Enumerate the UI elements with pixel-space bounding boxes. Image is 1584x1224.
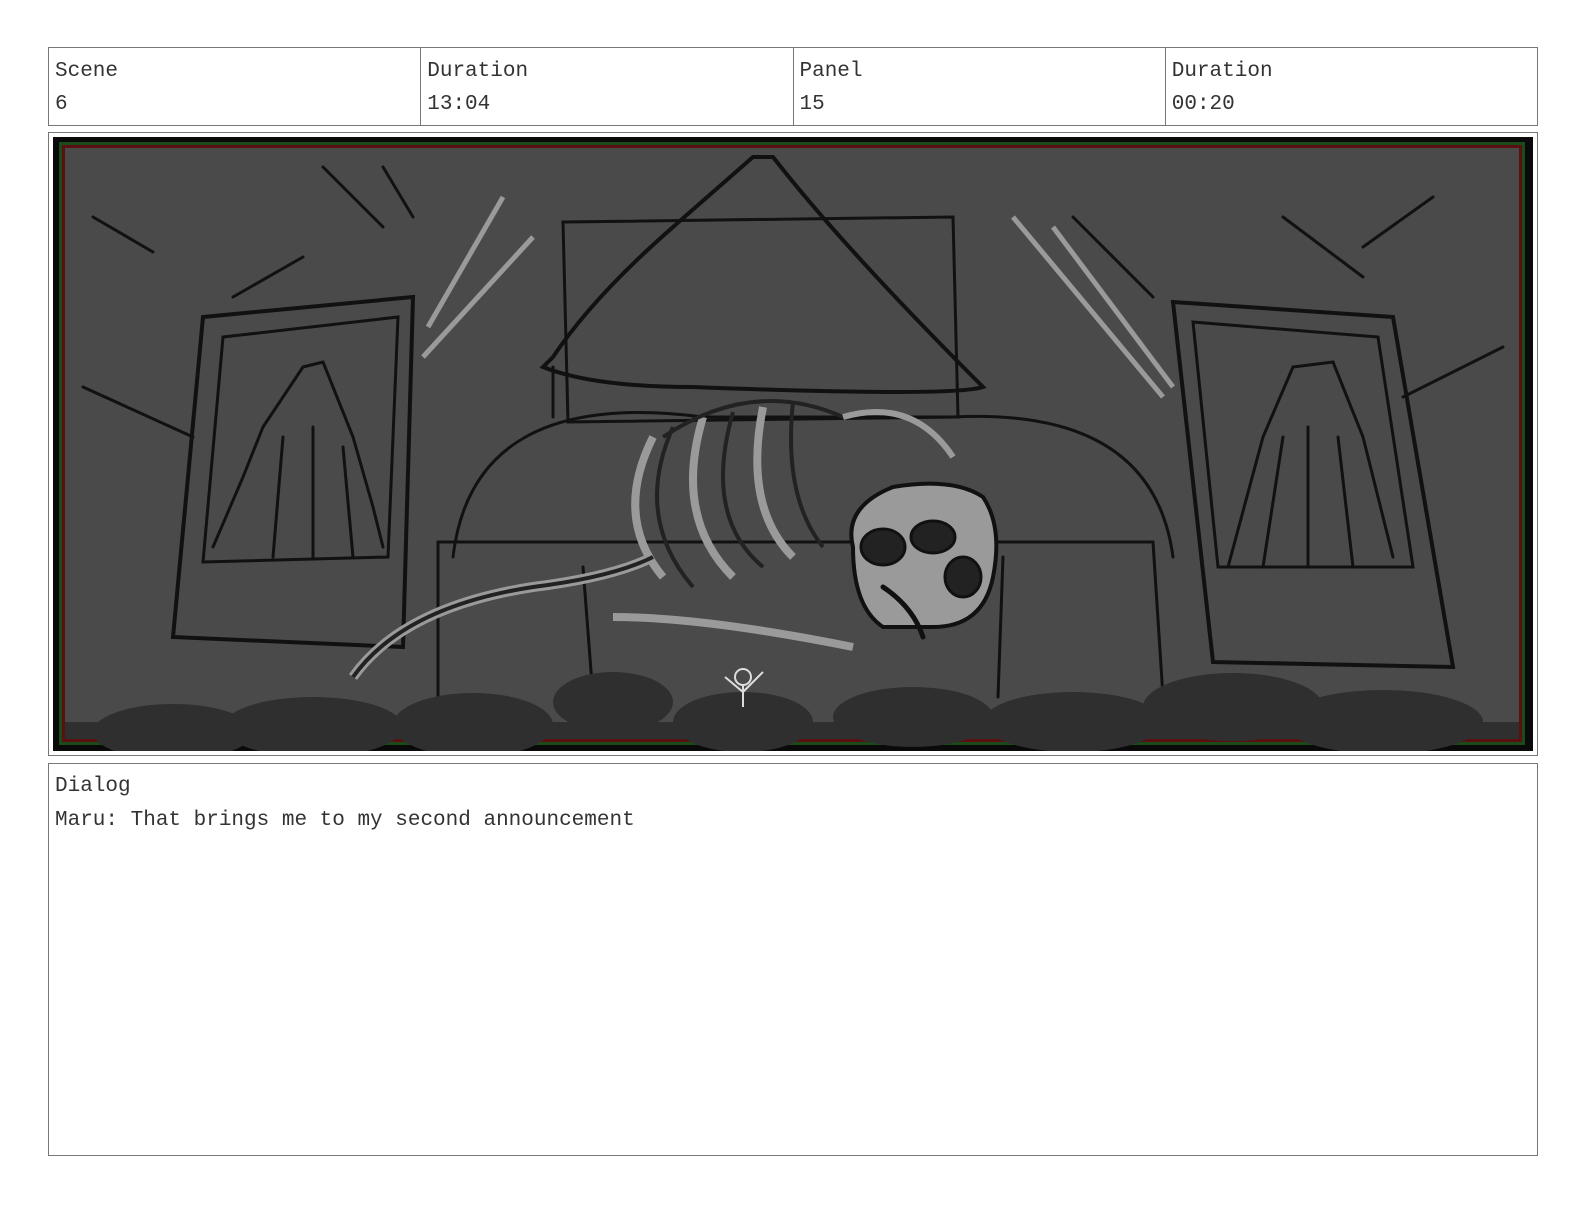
scene-duration-value: 13:04 bbox=[427, 93, 491, 116]
scene-duration-label: Duration bbox=[427, 60, 529, 83]
dialog-label: Dialog bbox=[55, 775, 131, 798]
panel-value: 15 bbox=[799, 93, 825, 116]
panel-cell: Panel 15 bbox=[794, 48, 1166, 125]
panel-duration-value: 00:20 bbox=[1171, 93, 1235, 116]
panel-duration-label: Duration bbox=[1171, 60, 1273, 83]
panel-header: Scene 6 Duration 13:04 Panel 15 Duration… bbox=[48, 47, 1538, 126]
panel-label: Panel bbox=[799, 60, 863, 83]
panel-duration-cell: Duration 00:20 bbox=[1166, 48, 1537, 125]
dialog-text: Maru: That brings me to my second announ… bbox=[55, 809, 635, 832]
scene-label: Scene bbox=[55, 60, 119, 83]
dialog-box: Dialog Maru: That brings me to my second… bbox=[48, 763, 1538, 1156]
scene-duration-cell: Duration 13:04 bbox=[421, 48, 794, 125]
scene-value: 6 bbox=[55, 93, 68, 116]
scene-cell: Scene 6 bbox=[49, 48, 422, 125]
storyboard-panel bbox=[48, 132, 1538, 756]
storyboard-sketch bbox=[53, 137, 1533, 751]
